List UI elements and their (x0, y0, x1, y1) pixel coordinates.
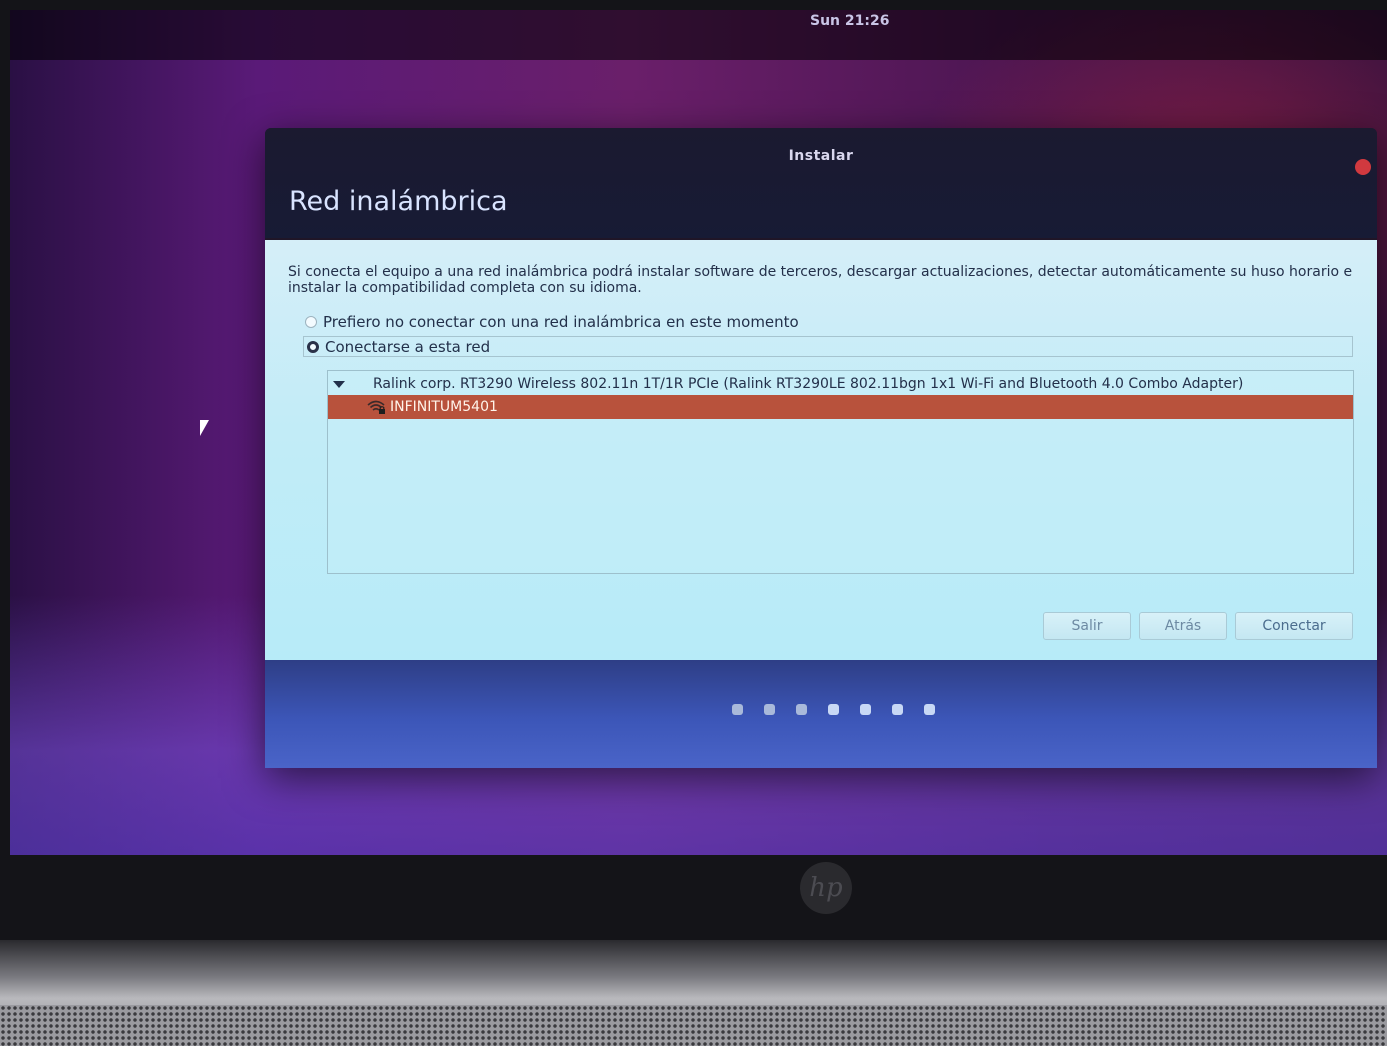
progress-dot (860, 704, 871, 715)
photo: Sun 21:26 Instalar Red inalámbrica Si co… (0, 0, 1387, 1046)
progress-dot (732, 704, 743, 715)
back-button[interactable]: Atrás (1139, 612, 1227, 640)
adapter-name: Ralink corp. RT3290 Wireless 802.11n 1T/… (373, 376, 1244, 392)
hp-logo: hp (800, 862, 852, 914)
radio-button-unchecked[interactable] (305, 316, 317, 328)
button-bar: Salir Atrás Conectar (1043, 612, 1353, 640)
page-title: Red inalámbrica (289, 186, 508, 217)
progress-dot (924, 704, 935, 715)
radio-no-connect-label: Prefiero no conectar con una red inalámb… (323, 313, 799, 331)
window-titlebar: Instalar Red inalámbrica (265, 128, 1377, 238)
network-tree[interactable]: Ralink corp. RT3290 Wireless 802.11n 1T/… (327, 370, 1354, 574)
progress-dot (892, 704, 903, 715)
quit-button[interactable]: Salir (1043, 612, 1131, 640)
connect-button[interactable]: Conectar (1235, 612, 1353, 640)
description-text: Si conecta el equipo a una red inalámbri… (288, 264, 1353, 296)
close-button[interactable] (1355, 159, 1371, 175)
radio-button-checked[interactable] (307, 340, 319, 353)
expander-triangle-icon[interactable] (333, 380, 345, 388)
adapter-row[interactable]: Ralink corp. RT3290 Wireless 802.11n 1T/… (328, 374, 1353, 394)
mouse-pointer-icon (200, 420, 209, 436)
radio-connect[interactable]: Conectarse a esta red (303, 336, 1353, 357)
installer-footer (265, 660, 1377, 768)
topbar-clock[interactable]: Sun 21:26 (810, 13, 889, 29)
content-panel: Si conecta el equipo a una red inalámbri… (265, 240, 1377, 660)
wifi-locked-icon (366, 399, 386, 415)
progress-dot (796, 704, 807, 715)
progress-dot (828, 704, 839, 715)
network-ssid: INFINITUM5401 (390, 399, 498, 415)
speaker-grille (0, 1005, 1387, 1046)
installer-window: Instalar Red inalámbrica Si conecta el e… (265, 128, 1377, 768)
radio-no-connect[interactable]: Prefiero no conectar con una red inalámb… (305, 313, 799, 331)
progress-dots (732, 704, 935, 715)
radio-connect-label: Conectarse a esta red (325, 337, 491, 356)
progress-dot (764, 704, 775, 715)
window-title: Instalar (788, 148, 854, 164)
network-row-selected[interactable]: INFINITUM5401 (328, 395, 1353, 419)
